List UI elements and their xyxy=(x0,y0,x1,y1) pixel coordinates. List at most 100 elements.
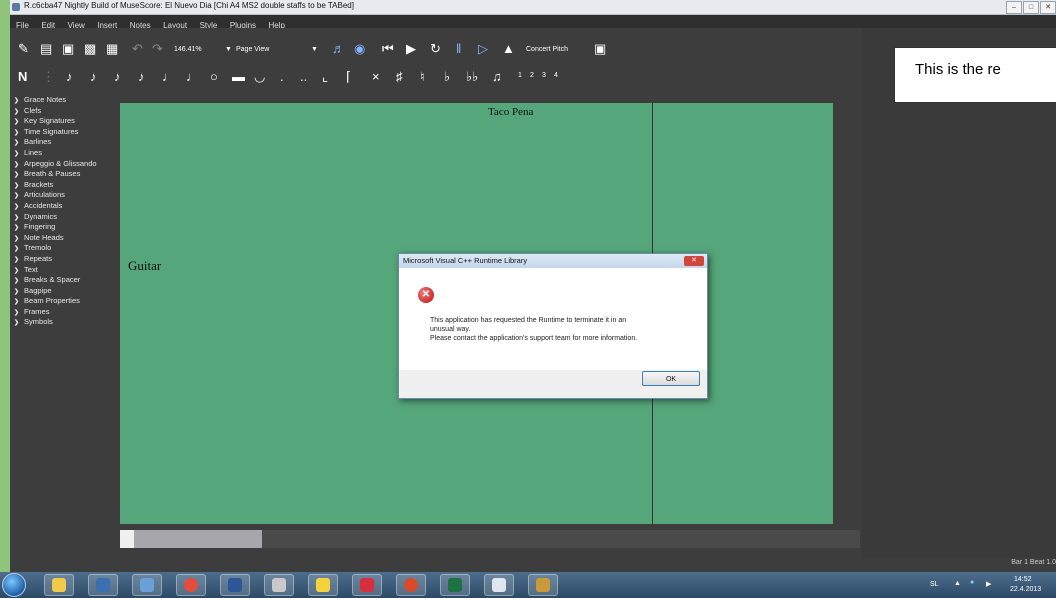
palette-item[interactable]: ❯ Text xyxy=(10,265,118,276)
palette-item[interactable]: ❯ Beam Properties xyxy=(10,296,118,307)
open-folder-icon[interactable]: ▤ xyxy=(40,40,52,58)
zoom-select[interactable]: 146.41% xyxy=(174,44,222,55)
volume-icon[interactable]: ▶ xyxy=(986,580,991,588)
new-file-icon[interactable]: ✎ xyxy=(18,40,29,58)
voice-4-button[interactable]: 4 xyxy=(554,70,558,81)
note-input-icon[interactable]: N xyxy=(18,68,27,86)
palette-item[interactable]: ❯ Grace Notes xyxy=(10,95,118,106)
palette-item[interactable]: ❯ Clefs xyxy=(10,106,118,117)
concert-pitch-button[interactable]: Concert Pitch xyxy=(526,44,588,55)
note-eighth-icon[interactable]: ♪ xyxy=(138,68,145,86)
voice-2-button[interactable]: 2 xyxy=(530,70,534,81)
start-button[interactable] xyxy=(2,573,26,597)
note-whole-icon[interactable]: ○ xyxy=(210,68,218,86)
rewind-icon[interactable]: ⏮ xyxy=(382,40,394,58)
palette-item[interactable]: ❯ Time Signatures xyxy=(10,127,118,138)
chevron-right-icon: ❯ xyxy=(14,288,20,295)
palette-item[interactable]: ❯ Brackets xyxy=(10,180,118,191)
network-status-icon[interactable]: ● xyxy=(970,579,974,586)
palette-item[interactable]: ❯ Lines xyxy=(10,148,118,159)
note-longa-icon[interactable]: ◡ xyxy=(254,68,265,86)
chevron-down-icon[interactable]: ▼ xyxy=(311,44,318,55)
taskbar-tool[interactable] xyxy=(132,574,162,596)
mixer-icon[interactable]: ◉ xyxy=(354,40,365,58)
dialog-close-button[interactable]: ✕ xyxy=(684,256,704,266)
maximize-button[interactable]: □ xyxy=(1023,1,1039,14)
double-sharp-icon[interactable]: × xyxy=(372,68,380,86)
taskbar-excel[interactable] xyxy=(440,574,470,596)
note-16th-icon[interactable]: ♪ xyxy=(114,68,121,86)
save-icon[interactable]: ▣ xyxy=(62,40,74,58)
double-dot-icon[interactable]: .. xyxy=(300,68,307,86)
dot-icon[interactable]: . xyxy=(280,68,284,86)
voice-3-button[interactable]: 3 xyxy=(542,70,546,81)
chevron-down-icon[interactable]: ▼ xyxy=(225,44,232,55)
taskbar-wiki[interactable] xyxy=(88,574,118,596)
taskbar-app[interactable] xyxy=(264,574,294,596)
palette-item[interactable]: ❯ Breath & Pauses xyxy=(10,169,118,180)
composer-text[interactable]: Taco Pena xyxy=(488,106,533,118)
palette-item[interactable]: ❯ Note Heads xyxy=(10,233,118,244)
palette-item[interactable]: ❯ Articulations xyxy=(10,190,118,201)
scroll-left-button[interactable] xyxy=(120,530,134,548)
image-capture-icon[interactable]: ▦ xyxy=(106,40,118,58)
taskbar-musescore[interactable] xyxy=(484,574,514,596)
palette-item[interactable]: ❯ Breaks & Spacer xyxy=(10,275,118,286)
taskbar-explorer[interactable] xyxy=(44,574,74,596)
rest-icon[interactable]: ⋮ xyxy=(42,68,55,86)
taskbar-word[interactable] xyxy=(220,574,250,596)
natural-icon[interactable]: ♮ xyxy=(420,68,425,86)
note-32nd-icon[interactable]: ♪ xyxy=(90,68,97,86)
language-indicator[interactable]: SL xyxy=(930,581,939,588)
flat-icon[interactable]: ♭ xyxy=(444,68,450,86)
note-half-icon[interactable]: ♩ xyxy=(186,68,199,86)
double-flat-icon[interactable]: ♭♭ xyxy=(466,68,478,86)
repeat-icon[interactable]: ‖ xyxy=(456,40,461,58)
taskbar-chrome[interactable] xyxy=(176,574,206,596)
pan-icon[interactable]: ▷ xyxy=(478,40,488,58)
taskbar-app[interactable] xyxy=(528,574,558,596)
palette-item[interactable]: ❯ Barlines xyxy=(10,137,118,148)
metronome-icon[interactable]: ▲ xyxy=(502,40,515,58)
print-icon[interactable]: ▩ xyxy=(84,40,96,58)
taskbar-favorites[interactable] xyxy=(308,574,338,596)
voice-1-button[interactable]: 1 xyxy=(518,70,522,81)
note-breve-icon[interactable]: ▬ xyxy=(232,68,245,86)
instrument-name[interactable]: Guitar xyxy=(128,258,161,274)
scrollbar-thumb[interactable] xyxy=(134,530,262,548)
palette-item[interactable]: ❯ Fingering xyxy=(10,222,118,233)
flip-direction-icon[interactable]: ♫ xyxy=(492,68,502,86)
note-quarter-icon[interactable]: ♩ xyxy=(162,68,175,86)
palette-item[interactable]: ❯ Key Signatures xyxy=(10,116,118,127)
note-64th-icon[interactable]: ♪ xyxy=(66,68,73,86)
palette-item[interactable]: ❯ Arpeggio & Glissando xyxy=(10,159,118,170)
undo-icon[interactable]: ↶ xyxy=(132,40,143,58)
sharp-icon[interactable]: ♯ xyxy=(396,68,403,86)
network-icon[interactable]: ▲ xyxy=(954,580,961,587)
camera-icon[interactable]: ▣ xyxy=(594,40,606,58)
play-icon[interactable]: ▶ xyxy=(406,40,416,58)
tie-icon[interactable]: ⌞ xyxy=(322,68,328,86)
redo-icon[interactable]: ↷ xyxy=(152,40,163,58)
view-mode-select[interactable]: Page View xyxy=(236,44,306,55)
palette-item[interactable]: ❯ Dynamics xyxy=(10,212,118,223)
minimize-button[interactable]: – xyxy=(1006,1,1022,14)
speaker-icon[interactable]: ♬ xyxy=(332,40,345,58)
palette-item[interactable]: ❯ Repeats xyxy=(10,254,118,265)
close-button[interactable]: ✕ xyxy=(1040,1,1056,14)
clock-time[interactable]: 14:52 xyxy=(1014,576,1032,583)
palette-item[interactable]: ❯ Symbols xyxy=(10,317,118,328)
palette-item[interactable]: ❯ Tremolo xyxy=(10,243,118,254)
ok-button[interactable]: OK xyxy=(642,371,700,386)
palette-item[interactable]: ❯ Bagpipe xyxy=(10,286,118,297)
palette-item[interactable]: ❯ Accidentals xyxy=(10,201,118,212)
status-bar: Bar 1 Beat 1.0 xyxy=(10,558,1056,572)
taskbar-app[interactable] xyxy=(396,574,426,596)
taskbar-app[interactable] xyxy=(352,574,382,596)
clock-date[interactable]: 22.4.2013 xyxy=(1010,586,1041,593)
loop-icon[interactable]: ↻ xyxy=(430,40,441,58)
horizontal-scrollbar[interactable] xyxy=(120,530,860,548)
position-readout: Bar 1 Beat 1.0 xyxy=(1011,559,1056,566)
palette-item[interactable]: ❯ Frames xyxy=(10,307,118,318)
rest-quarter-icon[interactable]: ⌈ xyxy=(346,68,351,86)
